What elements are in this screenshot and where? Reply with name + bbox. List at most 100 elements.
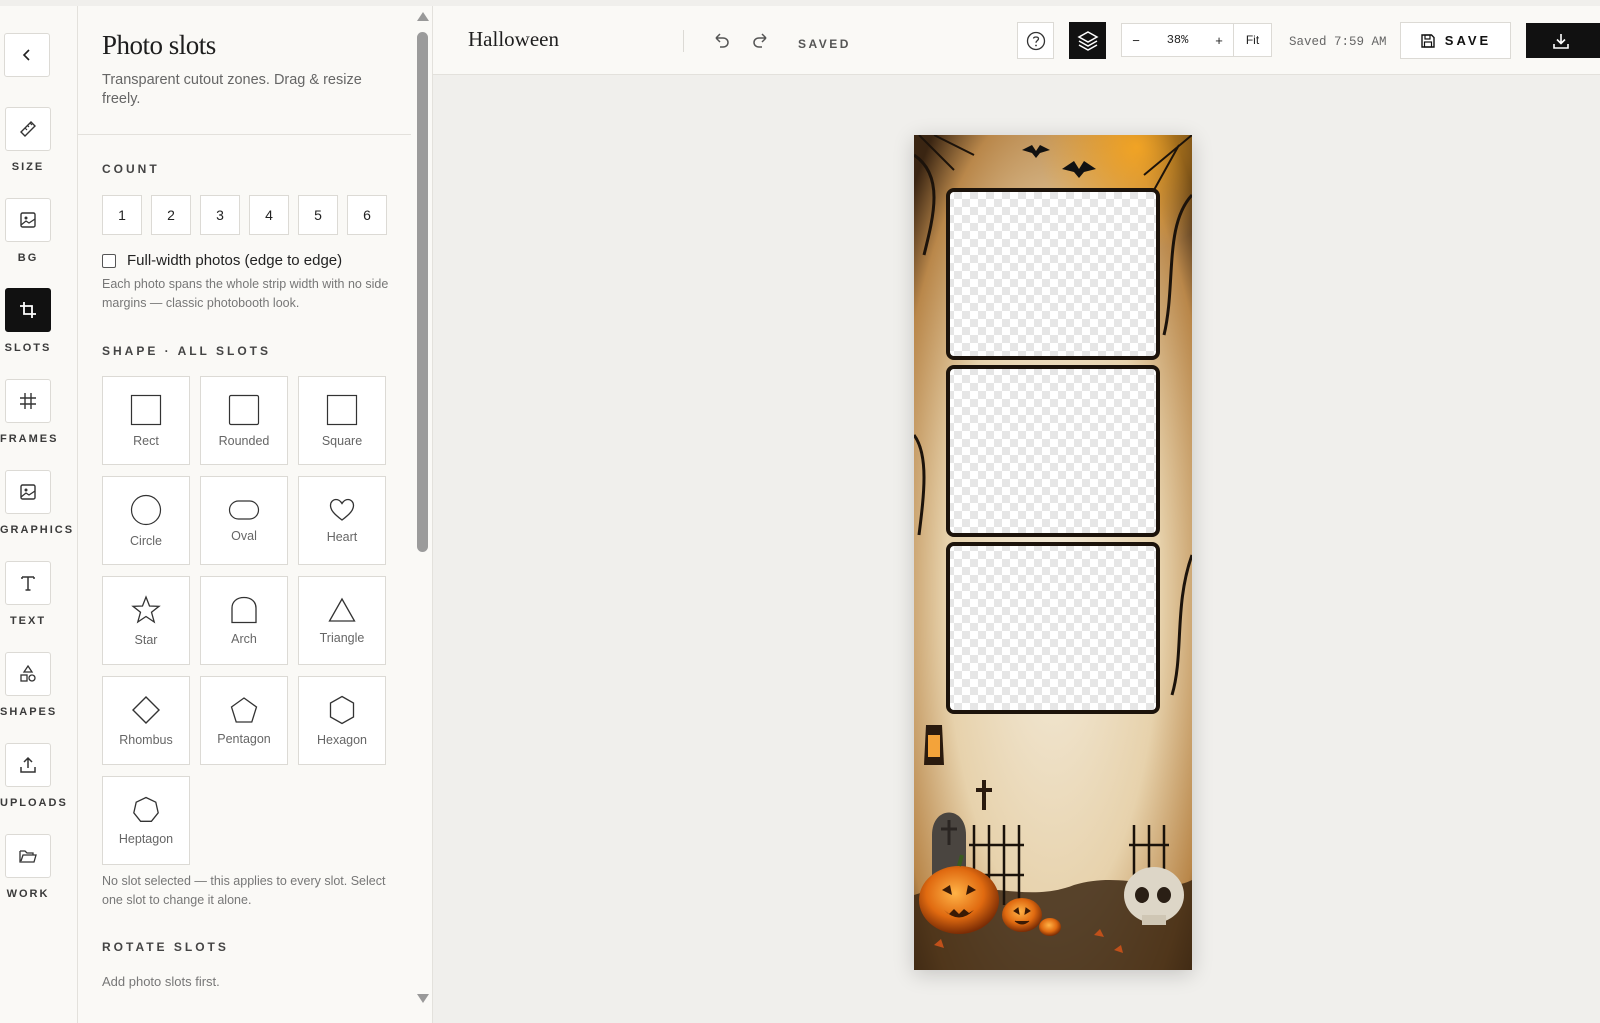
full-width-toggle[interactable]: Full-width photos (edge to edge) [102,252,342,269]
document-title[interactable]: Halloween [468,27,559,52]
shape-help: No slot selected — this applies to every… [102,874,386,907]
ruler-icon [5,107,51,151]
layers-icon [1076,30,1099,51]
count-option-4[interactable]: 4 [249,195,289,235]
shape-name: Heptagon [118,831,174,846]
undo-icon [715,33,729,48]
shape-name: Pentagon [217,731,271,746]
folder-icon [5,834,51,878]
rounded-shape-icon [228,394,260,425]
panel-scrollbar[interactable] [414,6,432,1023]
save-icon [1421,33,1435,48]
redo-button[interactable] [751,30,771,55]
rail-label: BG [17,252,39,264]
full-width-label: Full-width photos (edge to edge) [127,252,343,269]
rail-item-text[interactable]: TEXT [0,561,56,627]
shape-option-star[interactable]: Star [102,576,190,665]
rail-item-graphics[interactable]: GRAPHICS [0,470,75,536]
rail-item-work[interactable]: WORK [0,834,56,900]
save-button[interactable]: SAVE [1400,22,1511,59]
shape-name: Hexagon [316,732,368,747]
design-canvas[interactable] [433,75,1600,1023]
scroll-down-arrow[interactable] [417,994,429,1003]
back-button[interactable] [4,33,50,77]
pentagon-icon [230,696,258,723]
rail-item-shapes[interactable]: SHAPES [0,652,56,718]
shape-option-pentagon[interactable]: Pentagon [200,676,288,765]
image-icon [5,198,51,242]
text-icon [5,561,51,605]
heptagon-icon [133,796,159,822]
arch-icon [231,596,257,623]
crop-icon [5,288,51,332]
full-width-checkbox[interactable] [102,253,116,268]
heart-icon [329,498,355,521]
rotate-label: ROTATE SLOTS [102,940,229,954]
shape-option-rounded[interactable]: Rounded [200,376,288,465]
scroll-up-arrow[interactable] [417,12,429,21]
zoom-level: 38% [1166,33,1189,47]
rail-item-bg[interactable]: BG [0,198,56,264]
shape-option-rect[interactable]: Rect [102,376,190,465]
hexagon-icon [329,695,355,724]
square-shape-icon [326,394,358,425]
shape-name: Heart [326,529,358,544]
shape-option-triangle[interactable]: Triangle [298,576,386,665]
rail-item-size[interactable]: SIZE [0,107,56,173]
zoom-out-button[interactable]: − [1122,24,1150,56]
shape-option-heart[interactable]: Heart [298,476,386,565]
shape-option-hexagon[interactable]: Hexagon [298,676,386,765]
shape-option-rhombus[interactable]: Rhombus [102,676,190,765]
save-label: SAVE [1444,33,1492,48]
full-width-help: Each photo spans the whole strip width w… [102,277,389,310]
shape-option-circle[interactable]: Circle [102,476,190,565]
toolbar-divider [683,30,684,52]
triangle-icon [328,597,356,622]
rail-label: GRAPHICS [0,524,75,536]
tool-rail: SIZE BG SLOTS FRAMES GRAPHICS TEXT SHAPE… [0,6,78,1023]
count-option-1[interactable]: 1 [102,195,142,235]
download-button[interactable] [1526,23,1600,58]
shape-option-oval[interactable]: Oval [200,476,288,565]
top-toolbar: Halloween SAVED − 38% + Fit Saved 7:59 A… [433,6,1600,75]
rotate-help: Add photo slots first. [102,974,220,989]
shape-name: Oval [231,528,257,543]
shape-name: Rect [133,433,159,448]
rail-item-slots[interactable]: SLOTS [0,288,56,354]
shape-name: Rhombus [119,732,173,747]
rail-label: TEXT [9,615,47,627]
photo-strip[interactable] [912,134,1194,970]
count-option-5[interactable]: 5 [298,195,338,235]
rail-label: SIZE [11,161,45,173]
count-option-2[interactable]: 2 [151,195,191,235]
zoom-control: − 38% + Fit [1121,23,1272,57]
layers-button[interactable] [1069,22,1106,59]
rail-item-uploads[interactable]: UPLOADS [0,743,66,809]
shape-option-arch[interactable]: Arch [200,576,288,665]
undo-button[interactable] [711,30,731,55]
rail-label: WORK [6,888,50,900]
rhombus-icon [132,695,160,724]
download-icon [1553,33,1569,49]
count-option-6[interactable]: 6 [347,195,387,235]
editor-app: SIZE BG SLOTS FRAMES GRAPHICS TEXT SHAPE… [0,0,1600,1023]
shapes-icon [5,652,51,696]
hash-icon [5,379,51,423]
shape-name: Circle [130,533,162,548]
zoom-in-button[interactable]: + [1205,24,1233,56]
rail-label: SHAPES [0,706,58,718]
shape-option-heptagon[interactable]: Heptagon [102,776,190,865]
slots-panel: Photo slots Transparent cutout zones. Dr… [78,6,433,1023]
count-options: 1 2 3 4 5 6 [102,195,387,235]
oval-shape-icon [228,499,260,520]
panel-header: Photo slots Transparent cutout zones. Dr… [78,6,411,135]
rail-item-frames[interactable]: FRAMES [0,379,56,445]
help-button[interactable] [1017,22,1054,59]
count-option-3[interactable]: 3 [200,195,240,235]
zoom-fit-button[interactable]: Fit [1233,24,1271,56]
shape-option-square[interactable]: Square [298,376,386,465]
redo-icon [753,33,767,48]
shape-grid: Rect Rounded Square Circle Oval Heart St… [102,376,386,865]
scroll-thumb[interactable] [417,32,428,552]
panel-subtitle: Transparent cutout zones. Drag & resize … [102,72,362,107]
